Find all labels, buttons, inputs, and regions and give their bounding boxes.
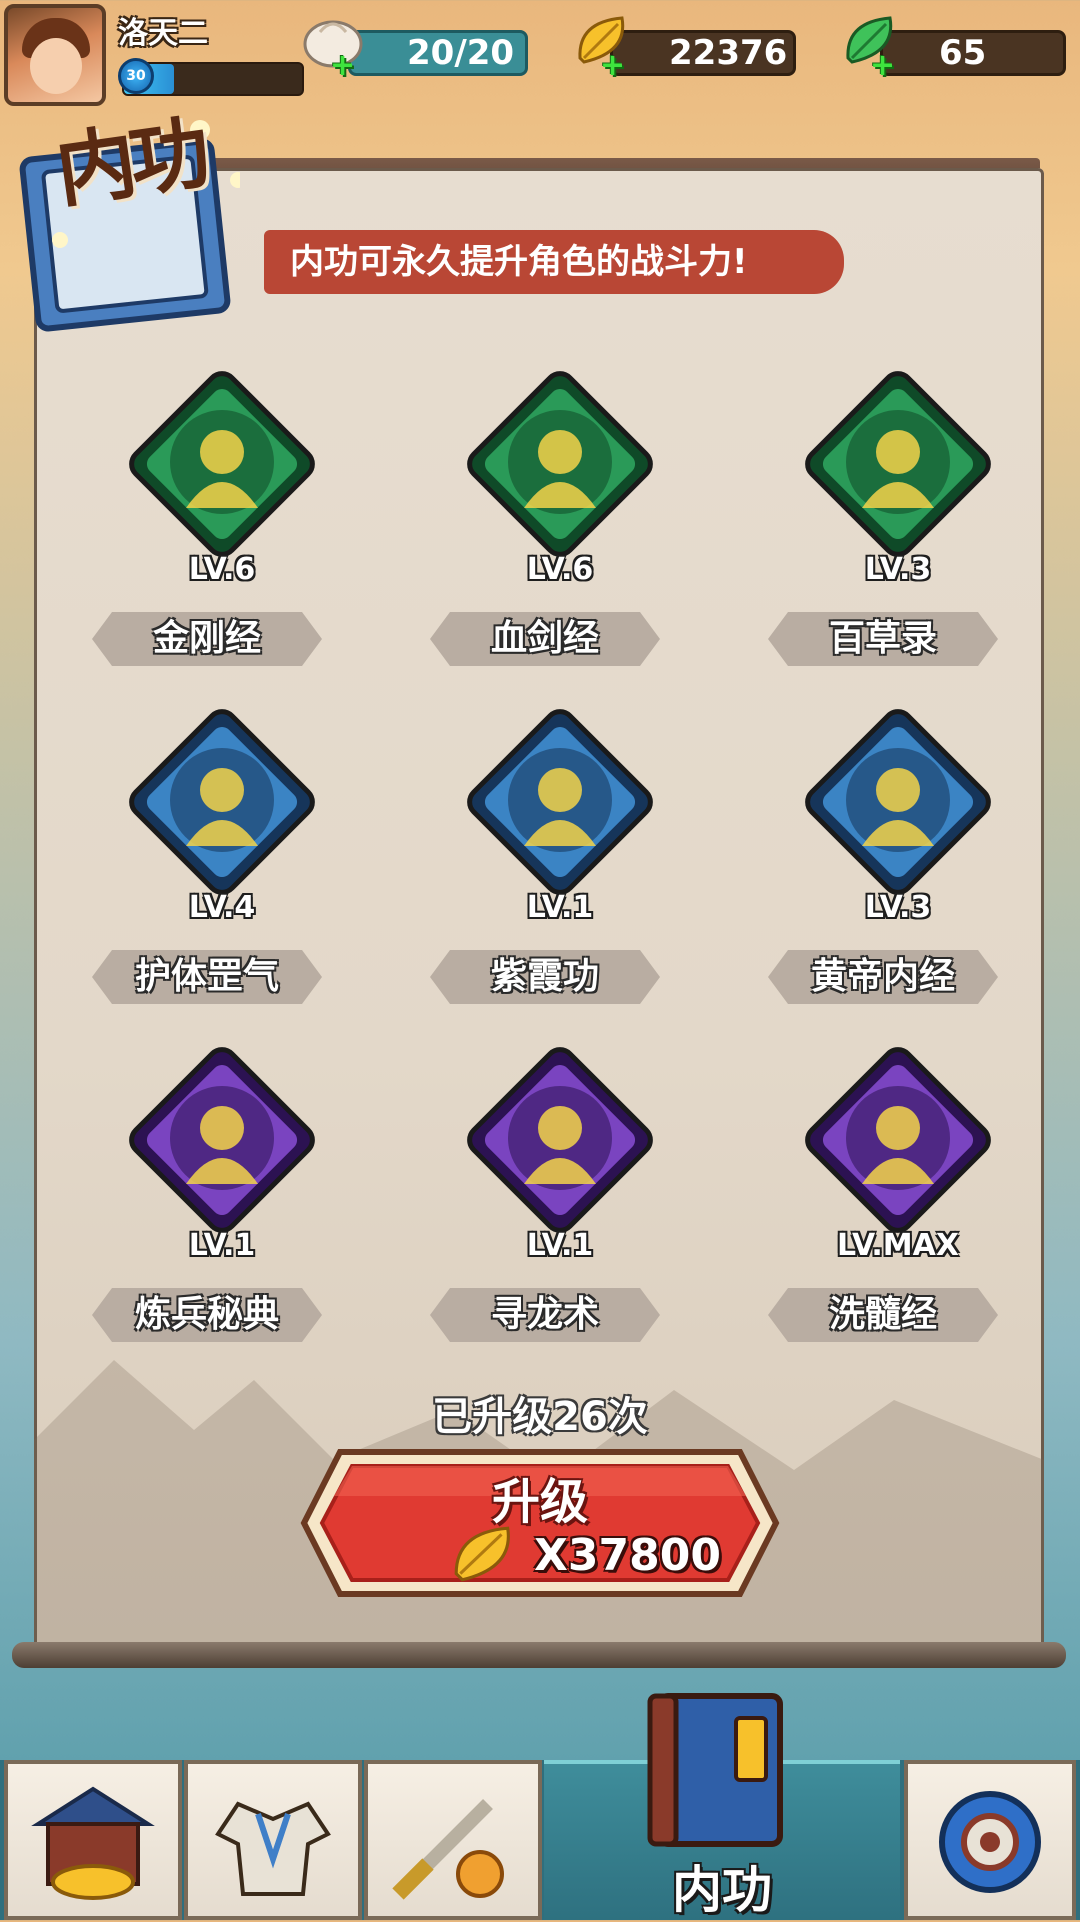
skill-card[interactable]: LV.3 百草录 (766, 366, 1026, 686)
blood-sword-icon (467, 371, 653, 557)
armor-icon (215, 1801, 331, 1896)
skill-name: 炼兵秘典 (134, 1294, 279, 1335)
upgrade-button-label: 升级 (491, 1474, 588, 1530)
skill-card[interactable]: LV.MAX 洗髓经 (766, 1042, 1026, 1362)
nav-armor-button[interactable] (184, 1760, 362, 1920)
nav-settings-button[interactable] (904, 1760, 1076, 1920)
jade-counter: 65 (880, 30, 1066, 76)
skill-name: 护体罡气 (134, 956, 279, 997)
anvil-icon (129, 1047, 315, 1233)
tagline-banner: 内功可永久提升角色的战斗力! (264, 230, 844, 294)
healing-figure-icon (805, 709, 991, 895)
skill-name: 血剑经 (490, 618, 599, 659)
skill-level: LV.3 (864, 552, 932, 587)
skill-card[interactable]: LV.6 金刚经 (90, 366, 350, 686)
skill-card[interactable]: LV.6 血剑经 (428, 366, 688, 686)
player-level-badge: 30 (118, 58, 154, 94)
nav-neigong-label: 内功 (672, 1861, 772, 1919)
skill-level: LV.3 (864, 890, 932, 925)
golden-aura-body-icon (129, 709, 315, 895)
add-stamina-button[interactable]: + (330, 48, 355, 83)
muscle-silhouette-icon (129, 371, 315, 557)
upgrade-cost: X37800 (534, 1530, 721, 1581)
scroll-bottom-rod (12, 1642, 1066, 1668)
skill-level: LV.1 (526, 890, 594, 925)
skill-name: 百草录 (828, 618, 937, 659)
gold-ingot-icon (467, 1047, 653, 1233)
skill-card[interactable]: LV.3 黄帝内经 (766, 704, 1026, 1024)
gold-leaf-icon (454, 1526, 510, 1582)
neigong-book-icon (647, 1693, 783, 1847)
skill-level: LV.6 (188, 552, 256, 587)
add-jade-button[interactable]: + (870, 48, 895, 83)
skill-level: LV.6 (526, 552, 594, 587)
shop-icon (31, 1786, 155, 1900)
skill-name: 寻龙术 (490, 1294, 599, 1335)
skill-name: 洗髓经 (828, 1294, 937, 1335)
stamina-counter: 20/20 (348, 30, 528, 76)
skill-level: LV.1 (526, 1228, 594, 1263)
skill-card[interactable]: LV.1 寻龙术 (428, 1042, 688, 1362)
skill-name: 黄帝内经 (810, 956, 955, 997)
skill-level: LV.1 (188, 1228, 256, 1263)
weapon-icon (392, 1799, 504, 1900)
skill-card[interactable]: LV.1 紫霞功 (428, 704, 688, 1024)
player-name: 洛天二 (118, 16, 208, 51)
gold-counter: 22376 (610, 30, 796, 76)
skill-card[interactable]: LV.1 炼兵秘典 (90, 1042, 350, 1362)
player-avatar[interactable] (4, 4, 106, 106)
skill-name: 金刚经 (152, 618, 261, 659)
add-gold-button[interactable]: + (600, 48, 625, 83)
settings-gear-icon (939, 1791, 1041, 1893)
skill-card[interactable]: LV.4 护体罡气 (90, 704, 350, 1024)
nav-shop-button[interactable] (4, 1760, 182, 1920)
upgrade-count-text: 已升级26次 (432, 1394, 648, 1440)
skill-level: LV.4 (188, 890, 256, 925)
palm-strike-icon (467, 709, 653, 895)
herb-leaf-icon (805, 371, 991, 557)
skill-level: LV.MAX (837, 1228, 959, 1263)
nav-weapon-button[interactable] (364, 1760, 542, 1920)
red-spirit-icon (805, 1047, 991, 1233)
skill-name: 紫霞功 (490, 956, 599, 997)
